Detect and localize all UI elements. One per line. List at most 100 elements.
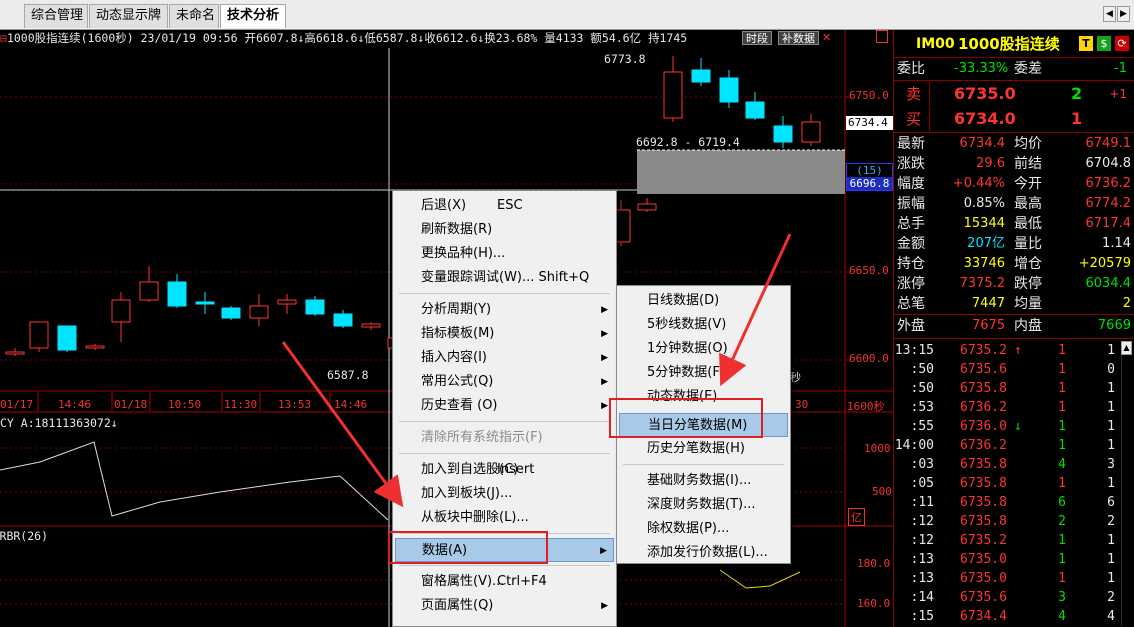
menu-item-shortcut: Insert bbox=[497, 462, 535, 477]
submenu-item-label: 1分钟数据(O) bbox=[647, 341, 728, 356]
stat-label: 均量 bbox=[1014, 296, 1042, 312]
stat-label: 振幅 bbox=[897, 196, 925, 212]
menu-item[interactable]: 常用公式(Q) ▶ bbox=[395, 370, 614, 394]
x-axis-label: 30 bbox=[795, 398, 809, 411]
menu-item[interactable]: 加入到板块(J)... bbox=[395, 482, 614, 506]
menu-item[interactable]: 刷新数据(R) bbox=[395, 218, 614, 242]
selection-range bbox=[637, 150, 845, 194]
tick-price: 6734.4 bbox=[960, 609, 1007, 624]
submenu-item[interactable]: 1分钟数据(O) bbox=[619, 337, 788, 361]
refresh-icon[interactable]: ⟳ bbox=[1115, 36, 1129, 51]
menu-item-label: 刷新数据(R) bbox=[421, 222, 493, 237]
submenu-item[interactable]: 基础财务数据(I)... bbox=[619, 469, 788, 493]
menu-item[interactable]: 从板块中删除(L)... bbox=[395, 506, 614, 530]
tick-volume: 1 bbox=[1058, 438, 1066, 453]
menu-item-label: 从板块中删除(L)... bbox=[421, 510, 529, 525]
current-price-marker: 6734.4 bbox=[846, 116, 893, 130]
stat-label: 量比 bbox=[1014, 236, 1042, 252]
tick-volume: 1 bbox=[1058, 571, 1066, 586]
scroll-up-icon[interactable]: ▲ bbox=[1121, 341, 1132, 355]
tab-dynamic-board[interactable]: 动态显示牌 bbox=[89, 4, 168, 28]
tick-open-interest: 1 bbox=[1107, 400, 1115, 415]
stat-row: 涨停 7375.2 跌停 6034.4 bbox=[894, 274, 1134, 294]
tick-open-interest: 2 bbox=[1107, 590, 1115, 605]
menu-item[interactable]: 插入内容(I) ▶ bbox=[395, 346, 614, 370]
tick-direction: ↑ bbox=[1014, 343, 1022, 358]
tab-technical-analysis[interactable]: 技术分析 bbox=[220, 4, 286, 28]
tick-price: 6735.8 bbox=[960, 514, 1007, 529]
menu-item[interactable]: 历史查看 (O) ▶ bbox=[395, 394, 614, 418]
tick-price: 6735.8 bbox=[960, 381, 1007, 396]
candle-body bbox=[801, 121, 821, 143]
stat-value: 6717.4 bbox=[1085, 216, 1132, 231]
candle-body bbox=[249, 305, 269, 319]
candle-body bbox=[57, 325, 77, 351]
buy-volume: 1 bbox=[1071, 109, 1083, 128]
stat-value: 6749.1 bbox=[1085, 136, 1132, 151]
annotation-box-data bbox=[388, 531, 548, 564]
tick-open-interest: 1 bbox=[1107, 343, 1115, 358]
stat-row: 总笔 7447 均量 2 bbox=[894, 294, 1134, 314]
menu-item[interactable]: 页面属性(Q) ▶ bbox=[395, 594, 614, 618]
menu-item[interactable]: 加入到自选股(C) Insert bbox=[395, 458, 614, 482]
tick-direction: ↓ bbox=[1014, 419, 1022, 434]
tick-open-interest: 1 bbox=[1107, 476, 1115, 491]
fill-data-button[interactable]: 补数据 bbox=[778, 31, 819, 45]
submenu-item-label: 5秒线数据(V) bbox=[647, 317, 727, 332]
menu-item-label: 常用公式(Q) bbox=[421, 374, 494, 389]
x-axis-label: 11:30 bbox=[224, 398, 258, 411]
submenu-item[interactable]: 除权数据(P)... bbox=[619, 517, 788, 541]
tick-open-interest: 2 bbox=[1107, 514, 1115, 529]
stat-label: 跌停 bbox=[1014, 276, 1042, 292]
menu-item[interactable]: 窗格属性(V)... Ctrl+F4 bbox=[395, 570, 614, 594]
submenu-arrow-icon: ▶ bbox=[601, 329, 608, 339]
y-axis-label: 6750.0 bbox=[849, 89, 889, 102]
t-badge[interactable]: T bbox=[1079, 36, 1093, 51]
menu-item-label: 页面属性(Q) bbox=[421, 598, 494, 613]
tab-scroll-left-icon[interactable]: ◀ bbox=[1103, 6, 1116, 22]
submenu-item[interactable]: 日线数据(D) bbox=[619, 289, 788, 313]
tab-unnamed[interactable]: 未命名 bbox=[169, 4, 219, 28]
menu-item[interactable]: 清除所有系统指示(F) bbox=[395, 426, 614, 450]
menu-item[interactable]: 后退(X) ESC bbox=[395, 194, 614, 218]
submenu-item[interactable]: 5秒线数据(V) bbox=[619, 313, 788, 337]
tick-time: 14:00 bbox=[894, 438, 934, 453]
tick-open-interest: 1 bbox=[1107, 438, 1115, 453]
submenu-item[interactable]: 深度财务数据(T)... bbox=[619, 493, 788, 517]
quote-title: IM00 1000股指连续 T $ ⟳ bbox=[894, 32, 1134, 56]
close-period-icon[interactable]: ✕ bbox=[822, 31, 831, 44]
dollar-icon[interactable]: $ bbox=[1097, 36, 1111, 51]
stat-value: 6034.4 bbox=[1085, 276, 1132, 291]
stat-label: 幅度 bbox=[897, 176, 925, 192]
annotation-box-tick-data bbox=[609, 398, 763, 438]
candle-body bbox=[637, 203, 657, 211]
tick-volume: 1 bbox=[1058, 400, 1066, 415]
waipan-label: 外盘 bbox=[897, 318, 925, 334]
stat-value: +20579 bbox=[1078, 256, 1131, 271]
submenu-item[interactable]: 添加发行价数据(L)... bbox=[619, 541, 788, 565]
stat-value: 7447 bbox=[971, 296, 1005, 311]
period-button[interactable]: 时段 bbox=[742, 31, 772, 45]
stat-label: 金额 bbox=[897, 236, 925, 252]
tab-general-management[interactable]: 综合管理 bbox=[24, 4, 88, 28]
candle-body bbox=[139, 281, 159, 301]
menu-item[interactable]: 更换品种(H)... bbox=[395, 242, 614, 266]
submenu-item[interactable]: 5分钟数据(F) bbox=[619, 361, 788, 385]
tab-scroll-right-icon[interactable]: ▶ bbox=[1117, 6, 1130, 22]
menu-separator bbox=[623, 464, 784, 465]
submenu-item[interactable]: 历史分笔数据(H) bbox=[619, 437, 788, 461]
menu-item[interactable]: 分析周期(Y) ▶ bbox=[395, 298, 614, 322]
tick-row: :12 6735.2 1 1 bbox=[894, 531, 1124, 550]
menu-item-shortcut: ESC bbox=[497, 198, 523, 213]
menu-item[interactable]: 变量跟踪调试(W)... Shift+Q bbox=[395, 266, 614, 290]
tick-scrollbar[interactable] bbox=[1121, 356, 1132, 626]
tick-time: :11 bbox=[910, 495, 934, 510]
x-axis-label: 13:53 bbox=[278, 398, 312, 411]
tick-open-interest: 1 bbox=[1107, 552, 1115, 567]
tick-row: :55 6736.0 ↓ 1 1 bbox=[894, 417, 1124, 436]
maximize-icon[interactable] bbox=[876, 30, 888, 43]
stat-label: 今开 bbox=[1014, 176, 1042, 192]
menu-item[interactable]: 指标模板(M) ▶ bbox=[395, 322, 614, 346]
menu-item-label: 变量跟踪调试(W)... Shift+Q bbox=[421, 270, 590, 285]
submenu-arrow-icon: ▶ bbox=[601, 401, 608, 411]
